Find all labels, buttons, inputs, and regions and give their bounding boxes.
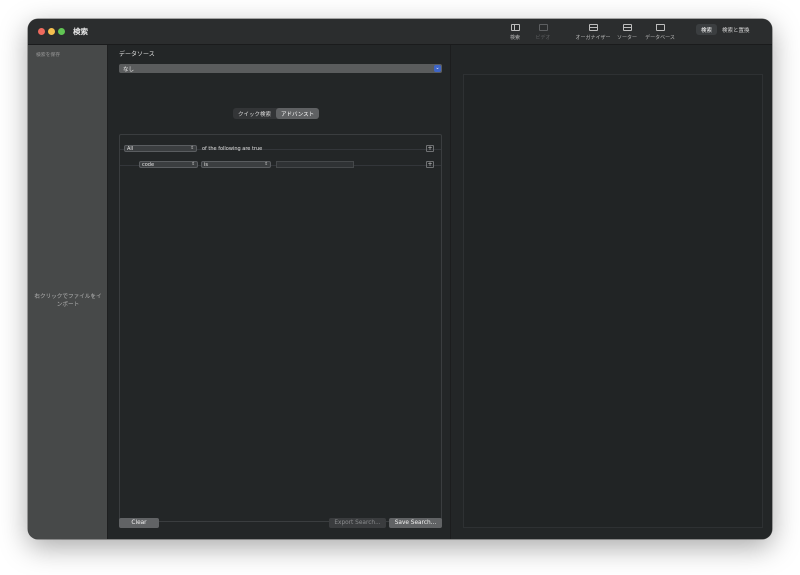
import-hint: 右クリックでファイルをインポート bbox=[34, 294, 102, 309]
toolbar-sorter-label: ソーター bbox=[616, 35, 637, 41]
database-icon bbox=[655, 24, 665, 31]
toolbar-sorter-button[interactable]: ソーター bbox=[609, 24, 645, 41]
criteria-rule-row: code ⇕ is ⇕ + bbox=[120, 151, 441, 168]
zoom-window-button[interactable] bbox=[58, 28, 65, 35]
rule-value-input[interactable] bbox=[276, 161, 354, 168]
window-title: 検索 bbox=[73, 27, 88, 36]
close-window-button[interactable] bbox=[38, 28, 45, 35]
chevron-down-icon: ⌄ bbox=[434, 65, 441, 72]
clear-button[interactable]: Clear bbox=[119, 518, 159, 528]
organizer-icon bbox=[588, 24, 598, 31]
toolbar-database-label: データベース bbox=[645, 35, 675, 41]
toolbar-organizer-button[interactable]: オーガナイザー bbox=[575, 24, 611, 41]
toolbar-video-button[interactable]: ビデオ bbox=[525, 24, 561, 41]
search-main-panel: データソース なし ⌄ クイック検索 アドバンスト All ⇕ of the f… bbox=[109, 45, 449, 539]
minimize-window-button[interactable] bbox=[48, 28, 55, 35]
toolbar-organizer-label: オーガナイザー bbox=[575, 35, 611, 41]
rule-operator-value: is bbox=[204, 162, 208, 168]
rule-field-popup[interactable]: code ⇕ bbox=[139, 161, 198, 168]
datasource-value: なし bbox=[123, 67, 135, 73]
criteria-editor: All ⇕ of the following are true + code ⇕… bbox=[119, 134, 442, 522]
datasource-label: データソース bbox=[119, 51, 155, 58]
updown-chevron-icon: ⇕ bbox=[264, 162, 268, 167]
segment-search[interactable]: 検索 bbox=[696, 24, 718, 35]
video-icon bbox=[538, 24, 548, 31]
add-subrule-button[interactable]: + bbox=[426, 161, 434, 168]
results-view[interactable] bbox=[463, 74, 763, 528]
titlebar: 検索 検索 ビデオ オーガナイザー ソーター データベース 検索 検索と置換 bbox=[28, 19, 772, 45]
sorter-icon bbox=[622, 24, 632, 31]
search-window: 検索 検索 ビデオ オーガナイザー ソーター データベース 検索 検索と置換 検… bbox=[28, 19, 772, 539]
rule-field-value: code bbox=[142, 162, 155, 168]
updown-chevron-icon: ⇕ bbox=[191, 162, 195, 167]
sidebar-header: 検索を保存 bbox=[36, 53, 60, 58]
tab-advanced[interactable]: アドバンスト bbox=[276, 108, 320, 119]
match-row: All ⇕ of the following are true + bbox=[120, 135, 441, 152]
toolbar-database-button[interactable]: データベース bbox=[642, 24, 678, 41]
toolbar-video-label: ビデオ bbox=[535, 35, 551, 41]
save-search-button[interactable]: Save Search... bbox=[389, 518, 442, 528]
saved-searches-sidebar[interactable]: 検索を保存 右クリックでファイルをインポート bbox=[28, 45, 108, 539]
mode-segmented-control: 検索 検索と置換 bbox=[696, 24, 755, 35]
rule-operator-popup[interactable]: is ⇕ bbox=[201, 161, 271, 168]
results-pane bbox=[450, 45, 772, 539]
datasource-select[interactable]: なし ⌄ bbox=[119, 64, 442, 73]
segment-search-replace[interactable]: 検索と置換 bbox=[717, 24, 755, 35]
export-search-button[interactable]: Export Search... bbox=[329, 518, 386, 528]
sidebar-icon bbox=[510, 24, 520, 31]
search-mode-tabs: クイック検索 アドバンスト bbox=[233, 108, 320, 119]
tab-quick-search[interactable]: クイック検索 bbox=[233, 108, 276, 119]
